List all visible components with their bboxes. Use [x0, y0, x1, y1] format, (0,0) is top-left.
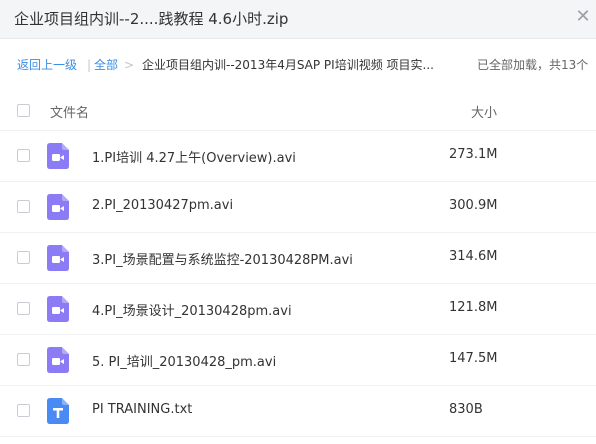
- file-size: 314.6M: [449, 249, 498, 264]
- file-name[interactable]: 3.PI_场景配置与系统监控-20130428PM.avi: [92, 249, 353, 268]
- video-file-icon: [47, 347, 69, 373]
- file-size: 147.5M: [449, 351, 498, 366]
- all-files-link[interactable]: 全部: [94, 47, 118, 83]
- video-file-icon: [47, 194, 69, 220]
- file-row[interactable]: PI TRAINING.txt 830B: [0, 386, 596, 437]
- current-folder-path: 企业项目组内训--2013年4月SAP PI培训视频 项目实...: [142, 58, 434, 72]
- file-name[interactable]: 5. PI_培训_20130428_pm.avi: [92, 351, 276, 370]
- file-checkbox[interactable]: [17, 302, 30, 315]
- file-name[interactable]: 4.PI_场景设计_20130428pm.avi: [92, 300, 292, 319]
- file-checkbox[interactable]: [17, 149, 30, 162]
- file-list-header: 文件名 大小: [0, 92, 596, 131]
- file-size: 830B: [449, 402, 483, 417]
- video-file-icon: [47, 143, 69, 169]
- file-name[interactable]: PI TRAINING.txt: [92, 402, 192, 417]
- load-status: 已全部加载，共13个: [477, 58, 589, 72]
- text-file-icon: [47, 398, 69, 424]
- file-checkbox[interactable]: [17, 200, 30, 213]
- file-row[interactable]: 3.PI_场景配置与系统监控-20130428PM.avi 314.6M: [0, 233, 596, 284]
- file-row[interactable]: 1.PI培训 4.27上午(Overview).avi 273.1M: [0, 131, 596, 182]
- file-name[interactable]: 1.PI培训 4.27上午(Overview).avi: [92, 147, 296, 166]
- video-file-icon: [47, 245, 69, 271]
- file-row[interactable]: 5. PI_培训_20130428_pm.avi 147.5M: [0, 335, 596, 386]
- column-header-name[interactable]: 文件名: [50, 102, 89, 121]
- file-name[interactable]: 2.PI_20130427pm.avi: [92, 198, 233, 213]
- file-row[interactable]: 4.PI_场景设计_20130428pm.avi 121.8M: [0, 284, 596, 335]
- file-checkbox[interactable]: [17, 353, 30, 366]
- breadcrumb-arrow-icon: >: [124, 58, 135, 72]
- back-link[interactable]: 返回上一级: [17, 47, 77, 83]
- file-checkbox[interactable]: [17, 251, 30, 264]
- window-titlebar: 企业项目组内训--2....践教程 4.6小时.zip ✕: [0, 0, 596, 39]
- file-size: 300.9M: [449, 198, 498, 213]
- column-header-size[interactable]: 大小: [471, 102, 497, 121]
- breadcrumb: 返回上一级 | 全部 > 企业项目组内训--2013年4月SAP PI培训视频 …: [0, 47, 596, 83]
- breadcrumb-separator: |: [87, 58, 92, 72]
- select-all-checkbox[interactable]: [17, 104, 30, 117]
- window-title: 企业项目组内训--2....践教程 4.6小时.zip: [14, 10, 289, 28]
- file-checkbox[interactable]: [17, 404, 30, 417]
- close-icon[interactable]: ✕: [572, 6, 594, 28]
- file-row[interactable]: 2.PI_20130427pm.avi 300.9M: [0, 182, 596, 233]
- file-size: 121.8M: [449, 300, 498, 315]
- file-size: 273.1M: [449, 147, 498, 162]
- video-file-icon: [47, 296, 69, 322]
